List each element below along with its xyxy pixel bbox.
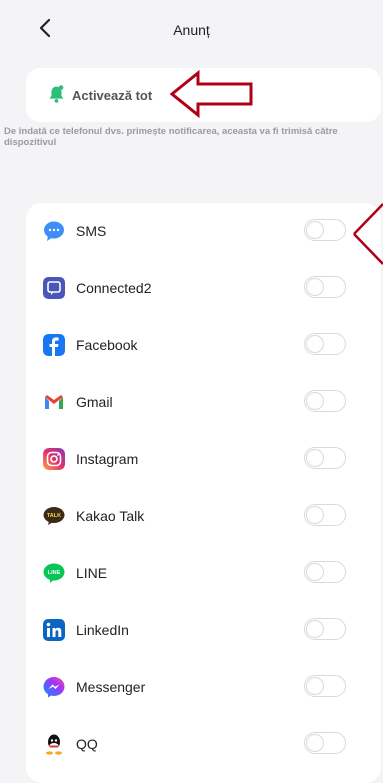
list-item-gmail: Gmail <box>26 374 381 431</box>
toggle-knob <box>306 449 324 467</box>
line-toggle[interactable] <box>304 561 346 583</box>
toggle-knob <box>306 563 324 581</box>
gmail-icon <box>45 395 63 409</box>
messenger-toggle[interactable] <box>304 675 346 697</box>
list-item-sms: SMS <box>26 203 381 260</box>
messenger-icon <box>43 677 65 698</box>
facebook-icon <box>43 334 65 356</box>
connected2-icon <box>43 277 65 299</box>
app-label: Connected2 <box>76 280 152 296</box>
toggle-knob <box>306 278 324 296</box>
toggle-knob <box>306 620 324 638</box>
connected2-toggle[interactable] <box>304 276 346 298</box>
list-item-facebook: Facebook <box>26 317 381 374</box>
app-label: Facebook <box>76 337 138 353</box>
list-item-connected2: Connected2 <box>26 260 381 317</box>
header: Anunț <box>0 0 383 60</box>
page-title: Anunț <box>173 22 210 38</box>
sms-toggle[interactable] <box>304 219 346 241</box>
app-label: LinkedIn <box>76 622 129 638</box>
hint-text: De îndată ce telefonul dvs. primește not… <box>4 126 338 148</box>
app-label: LINE <box>76 565 108 581</box>
instagram-icon <box>43 448 65 470</box>
qq-icon <box>46 734 62 755</box>
app-label: Instagram <box>76 451 139 467</box>
toggle-knob <box>306 677 324 695</box>
app-label: QQ <box>76 736 98 752</box>
toggle-knob <box>306 221 324 239</box>
linkedin-icon <box>43 619 65 641</box>
kakaotalk-toggle[interactable] <box>304 504 346 526</box>
facebook-toggle[interactable] <box>304 333 346 355</box>
linkedin-toggle[interactable] <box>304 618 346 640</box>
instagram-toggle[interactable] <box>304 447 346 469</box>
gmail-toggle[interactable] <box>304 390 346 412</box>
apps-list: SMS Connected2 Facebook Gmail Instagram … <box>26 203 381 783</box>
toggle-knob <box>306 734 324 752</box>
list-item-linkedin: LinkedIn <box>26 602 381 659</box>
app-label: Messenger <box>76 679 146 695</box>
toggle-knob <box>306 392 324 410</box>
svg-text:TALK: TALK <box>47 513 61 519</box>
svg-text:LINE: LINE <box>48 570 61 576</box>
sms-icon <box>44 221 64 241</box>
app-label: SMS <box>76 223 107 239</box>
app-label: Kakao Talk <box>76 508 145 524</box>
toggle-knob <box>306 335 324 353</box>
bell-icon <box>49 85 64 103</box>
annotation-arrow-right <box>353 203 383 265</box>
app-label: Gmail <box>76 394 113 410</box>
qq-toggle[interactable] <box>304 732 346 754</box>
list-item-line: LINE LINE <box>26 545 381 602</box>
toggle-knob <box>306 506 324 524</box>
kakaotalk-icon: TALK <box>43 507 65 525</box>
activate-all-label: Activează tot <box>72 88 153 103</box>
list-item-instagram: Instagram <box>26 431 381 488</box>
list-item-qq: QQ <box>26 716 381 773</box>
list-item-messenger: Messenger <box>26 659 381 716</box>
list-item-kakaotalk: TALK Kakao Talk <box>26 488 381 545</box>
line-icon: LINE <box>43 563 65 583</box>
annotation-arrow-left <box>170 70 253 118</box>
